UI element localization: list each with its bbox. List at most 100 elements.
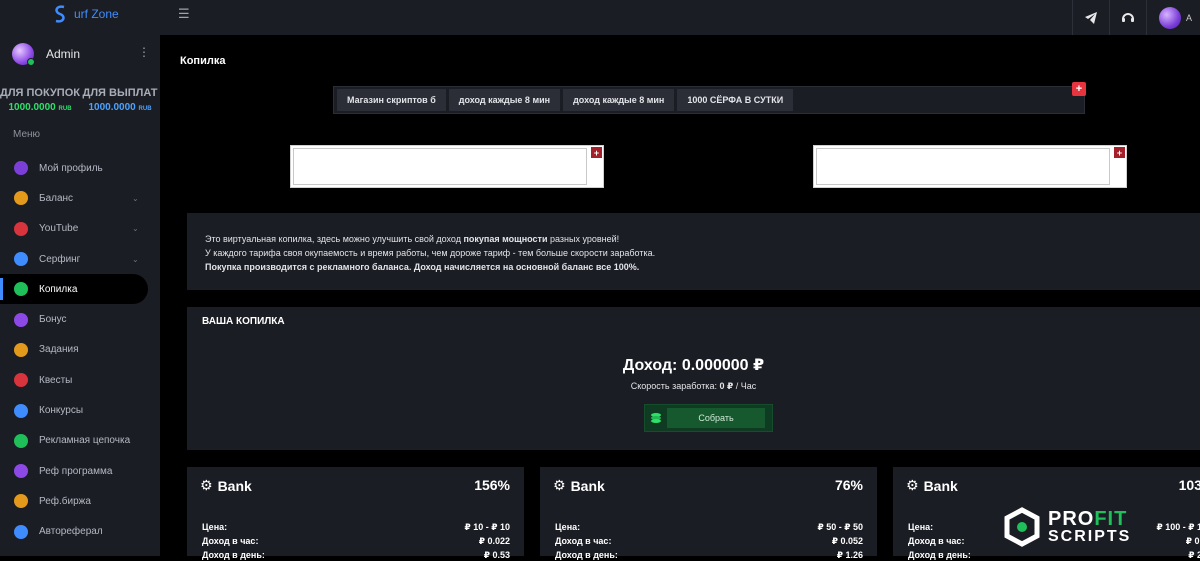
tariff-percent: 156%: [474, 477, 510, 493]
ad-banner-right[interactable]: +: [813, 145, 1127, 188]
users-icon: [14, 464, 28, 479]
collect-button[interactable]: Собрать: [667, 408, 765, 428]
chevron-down-icon: ⌄: [132, 254, 139, 264]
sidebar-item[interactable]: Баланс ⌄: [0, 183, 160, 213]
add-ad-link-button[interactable]: +: [1072, 82, 1086, 96]
info-text: Это виртуальная копилка, здесь можно улу…: [205, 234, 464, 244]
gift-icon: [14, 312, 28, 327]
watermark-text-green: FIT: [1094, 508, 1128, 530]
bar-chart-icon: [14, 433, 28, 448]
info-line: Это виртуальная копилка, здесь можно улу…: [205, 234, 619, 244]
dollar-icon: [14, 282, 28, 297]
watermark-logo-icon: [1004, 507, 1040, 547]
ad-links-bar: Магазин скриптов б доход каждые 8 мин до…: [333, 86, 1085, 114]
sidebar-item[interactable]: Мой профиль: [0, 153, 160, 183]
user-avatar[interactable]: [1159, 6, 1181, 29]
balances: ДЛЯ ПОКУПОК 1000.0000 RUB ДЛЯ ВЫПЛАТ 100…: [0, 87, 160, 113]
sidebar-item-label: Рекламная цепочка: [39, 435, 131, 447]
sidebar-item[interactable]: Рекламная цепочка: [0, 426, 160, 456]
menu-title: Меню: [13, 129, 41, 140]
row-label: Цена:: [555, 522, 581, 532]
income-label: Доход:: [622, 357, 678, 374]
info-line: У каждого тарифа своя окупаемость и врем…: [205, 248, 656, 258]
ad-link-button[interactable]: доход каждые 8 мин: [448, 89, 561, 111]
tariff-percent: 76%: [834, 477, 863, 493]
monitor-play-icon: [14, 221, 28, 236]
income-value: 0.000000 ₽: [681, 357, 765, 374]
ad-link-button[interactable]: Магазин скриптов б: [337, 89, 446, 111]
price-row: Цена: ₽ 50 - ₽ 50: [555, 522, 863, 533]
sidebar-item-label: Конкурсы: [39, 405, 84, 417]
site-logo[interactable]: urf Zone: [52, 4, 119, 24]
user-name[interactable]: A: [1186, 13, 1200, 23]
more-options-icon[interactable]: ⋮: [138, 45, 150, 59]
sidebar-item-label: Бонус: [39, 314, 67, 326]
balance-unit: RUB: [138, 106, 152, 112]
balance-amount: 1000.0000: [88, 102, 136, 113]
chevron-down-icon: ⌄: [132, 224, 139, 234]
sidebar-item[interactable]: Бонус: [0, 304, 160, 334]
headset-support-icon[interactable]: [1110, 0, 1146, 35]
gear-icon: ⚙: [906, 477, 919, 493]
sidebar-item-label: Задания: [39, 344, 79, 356]
watermark-line2: SCRIPTS: [1048, 528, 1132, 545]
tariff-name: Bank: [570, 477, 605, 494]
banner-image-placeholder: [816, 148, 1110, 185]
row-value: ₽ 0.052: [831, 536, 863, 546]
user-group-icon: [14, 494, 28, 509]
balance-purchases: ДЛЯ ПОКУПОК 1000.0000 RUB: [0, 87, 80, 113]
sidebar-item-label: Копилка: [39, 283, 78, 295]
sidebar-item[interactable]: Реф программа: [0, 456, 160, 486]
gear-icon: ⚙: [553, 477, 566, 493]
telegram-icon[interactable]: [1073, 0, 1109, 35]
hourly-row: Доход в час: ₽ 0.022: [202, 536, 510, 547]
menu-toggle-icon[interactable]: ☰: [178, 6, 190, 22]
row-label: Цена:: [202, 522, 228, 532]
gauge-icon: [14, 161, 28, 176]
ad-banner-left[interactable]: +: [290, 145, 604, 188]
sidebar-item[interactable]: Серфинг ⌄: [0, 244, 160, 274]
trophy-icon: [14, 403, 28, 418]
tariff-name: Bank: [217, 477, 252, 494]
chevron-down-icon: ⌄: [132, 193, 139, 203]
logo-text: urf Zone: [74, 7, 119, 21]
sidebar-item[interactable]: Реф.биржа: [0, 486, 160, 516]
speed-label: Скорость заработка:: [630, 381, 717, 391]
sidebar-item[interactable]: Копилка: [0, 274, 148, 305]
balance-payouts: ДЛЯ ВЫПЛАТ 1000.0000 RUB: [80, 87, 160, 113]
logo-icon: [55, 5, 65, 23]
sidebar-item[interactable]: Квесты: [0, 365, 160, 395]
sidebar-item[interactable]: Автореферал: [0, 517, 160, 547]
tariff-card: ⚙ Bank 156% Цена: ₽ 10 - ₽ 10 Доход в час:…: [187, 467, 524, 560]
sidebar-menu: Мой профиль Баланс ⌄ YouTube ⌄ Серфинг ⌄ Копилк…: [0, 153, 160, 547]
sidebar-item[interactable]: YouTube ⌄: [0, 214, 160, 244]
ad-link-button[interactable]: доход каждые 8 мин: [563, 89, 675, 111]
add-banner-button[interactable]: +: [1114, 147, 1125, 158]
sidebar-item[interactable]: Задания: [0, 335, 160, 365]
sidebar-item-label: YouTube: [39, 223, 79, 235]
ad-link-button[interactable]: 1000 СЁРФА В СУТКИ: [677, 89, 794, 111]
fingerprint-icon: [14, 252, 28, 267]
sidebar-item-label: Автореферал: [39, 526, 103, 538]
sidebar-item[interactable]: Конкурсы: [0, 395, 160, 425]
avatar: [12, 43, 35, 66]
tariff-name: Bank: [923, 477, 958, 494]
info-panel: Это виртуальная копилка, здесь можно улу…: [187, 213, 1200, 290]
profit-scripts-watermark: PROFIT SCRIPTS: [1002, 504, 1200, 550]
speed-value: 0 ₽: [719, 381, 734, 391]
top-bar: urf Zone ☰ A: [0, 0, 1200, 35]
balance-label: ДЛЯ ПОКУПОК: [0, 87, 80, 99]
laptop-icon: [14, 191, 28, 206]
gear-icon: ⚙: [200, 477, 213, 493]
row-label: Доход в час:: [555, 536, 612, 546]
hourly-row: Доход в час: ₽ 0.052: [555, 536, 863, 547]
banner-image-placeholder: [293, 148, 587, 185]
balance-label: ДЛЯ ВЫПЛАТ: [82, 87, 158, 99]
row-label: Доход в час:: [908, 536, 965, 546]
balance-unit: RUB: [58, 106, 72, 112]
info-text: разных уровней!: [547, 234, 620, 244]
admin-profile[interactable]: Admin: [12, 43, 80, 66]
add-banner-button[interactable]: +: [591, 147, 602, 158]
tariff-card: ⚙ Bank 76% Цена: ₽ 50 - ₽ 50 Доход в час: ₽…: [540, 467, 877, 560]
coins-icon: [645, 412, 667, 424]
